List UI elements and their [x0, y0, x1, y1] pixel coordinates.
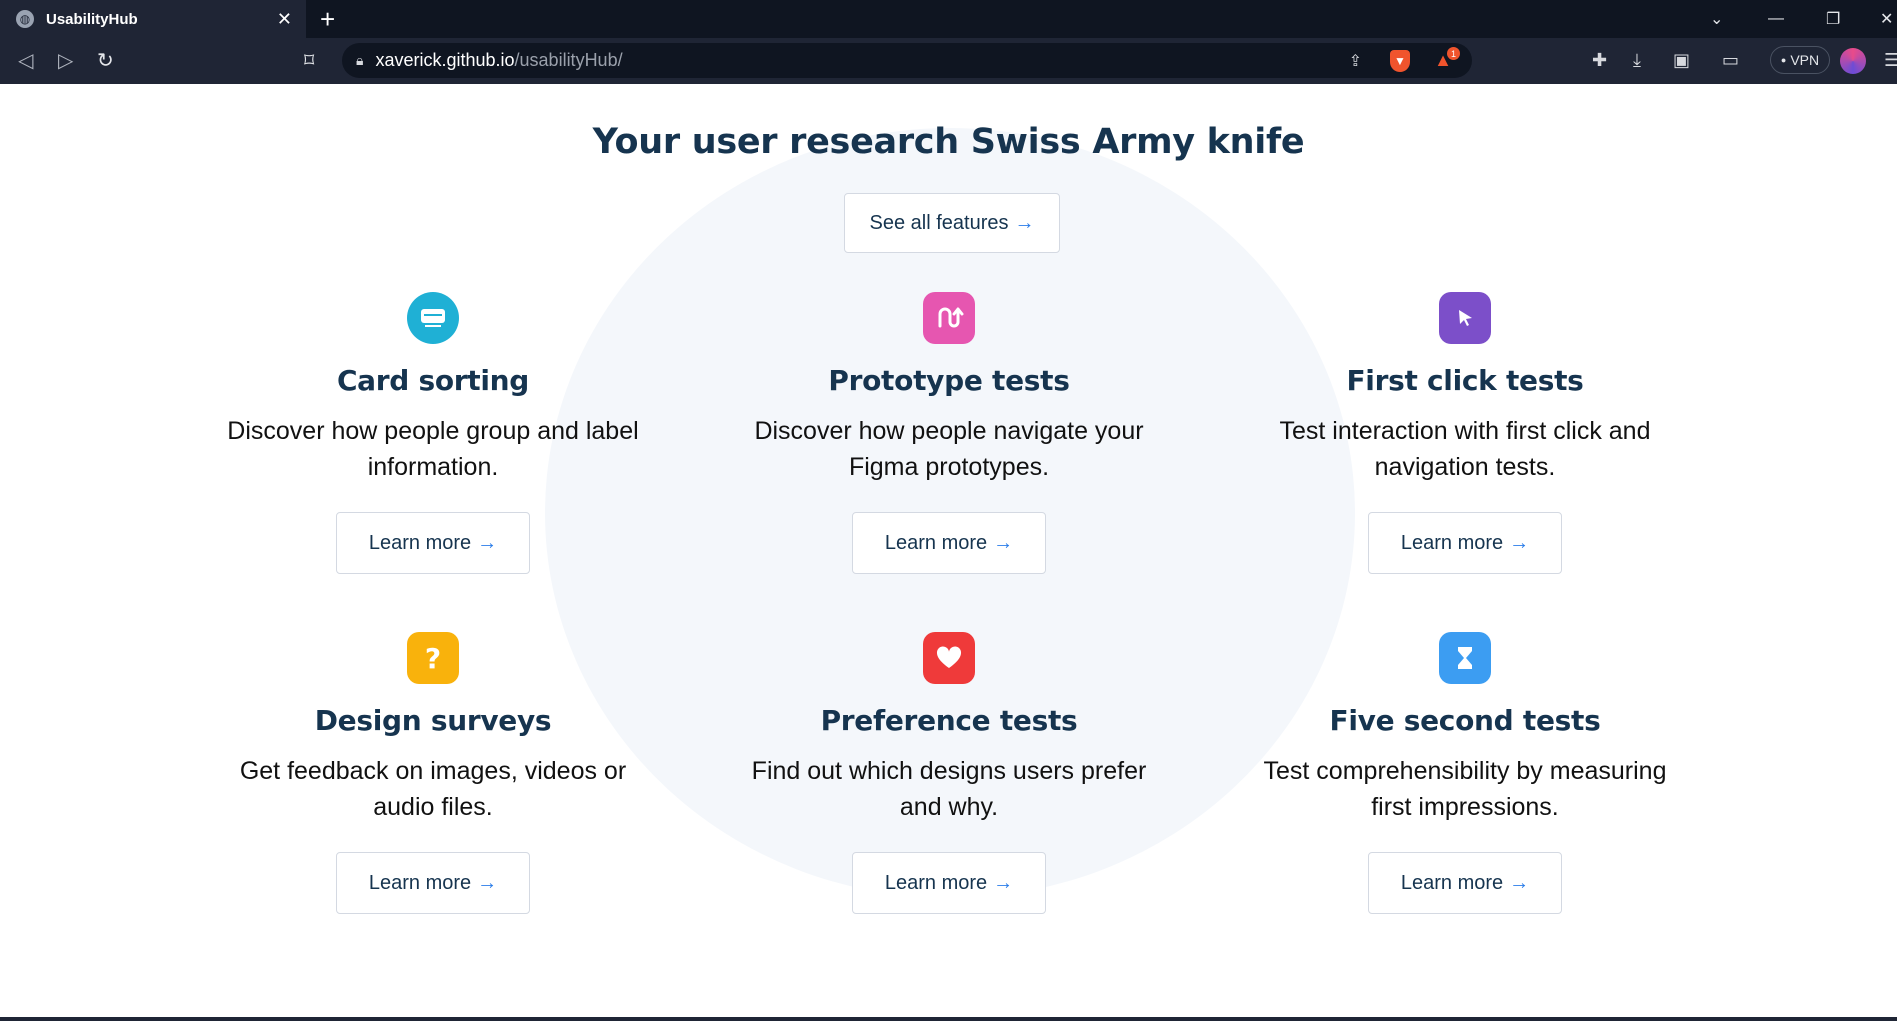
learn-more-label: Learn more — [368, 531, 472, 554]
arrow-right-icon: → — [1014, 211, 1035, 234]
arrow-right-icon: → — [477, 531, 498, 554]
feature-card-five-second-tests: Five second tests Test comprehensibility… — [1207, 632, 1723, 914]
rewards-badge: 1 — [1447, 47, 1460, 60]
tab-search-icon[interactable]: ⌄ — [1710, 0, 1723, 38]
feature-title: First click tests — [1346, 364, 1584, 397]
feature-title: Card sorting — [336, 364, 530, 397]
feature-card-design-surveys: ? Design surveys Get feedback on images,… — [175, 632, 691, 914]
sidebar-icon[interactable]: ▣ — [1673, 50, 1690, 71]
minimize-icon[interactable]: — — [1768, 0, 1784, 38]
arrow-right-icon: → — [993, 531, 1014, 554]
card-sort-icon — [407, 292, 459, 344]
feature-description: Find out which designs users prefer and … — [751, 757, 1147, 821]
learn-more-label: Learn more — [1400, 531, 1504, 554]
back-icon[interactable]: ◁ — [18, 48, 33, 73]
restore-icon[interactable]: ❐ — [1826, 0, 1840, 38]
heart-icon — [923, 632, 975, 684]
prototype-icon — [923, 292, 975, 344]
window-close-icon[interactable]: ✕ — [1880, 0, 1893, 38]
page-content: Your user research Swiss Army knife See … — [0, 84, 1897, 1021]
arrow-right-icon: → — [477, 871, 498, 894]
forward-icon[interactable]: ▷ — [58, 48, 73, 73]
wallet-icon[interactable]: ▭ — [1722, 50, 1739, 71]
new-tab-button[interactable]: + — [320, 4, 335, 34]
cursor-icon — [1439, 292, 1491, 344]
learn-more-button[interactable]: Learn more → — [1368, 852, 1562, 914]
question-icon: ? — [407, 632, 459, 684]
tab-title: UsabilityHub — [46, 10, 138, 28]
feature-description: Test interaction with first click and na… — [1279, 417, 1651, 481]
feature-card-prototype-tests: Prototype tests Discover how people navi… — [691, 292, 1207, 574]
page-title: Your user research Swiss Army knife — [592, 122, 1305, 162]
learn-more-button[interactable]: Learn more → — [1368, 512, 1562, 574]
learn-more-button[interactable]: Learn more → — [852, 512, 1046, 574]
browser-tab-strip: ◍ UsabilityHub ✕ + ⌄ — ❐ ✕ — [0, 0, 1897, 38]
feature-card-card-sorting: Card sorting Discover how people group a… — [175, 292, 691, 574]
profile-avatar[interactable] — [1840, 48, 1866, 74]
feature-description: Discover how people navigate your Figma … — [754, 417, 1144, 481]
hourglass-icon — [1439, 632, 1491, 684]
address-bar[interactable]: 🔒︎ xaverick.github.io/usabilityHub/ ⇪ ▼ … — [342, 43, 1472, 78]
learn-more-button[interactable]: Learn more → — [852, 852, 1046, 914]
arrow-right-icon: → — [1509, 871, 1530, 894]
feature-title: Five second tests — [1329, 704, 1601, 737]
vpn-button[interactable]: ● VPN — [1770, 46, 1830, 74]
feature-description: Test comprehensibility by measuring firs… — [1263, 757, 1667, 821]
browser-toolbar: ◁ ▷ ↻ ⌑ 🔒︎ xaverick.github.io/usabilityH… — [0, 38, 1897, 84]
vpn-label: VPN — [1790, 52, 1820, 68]
browser-tab[interactable]: ◍ UsabilityHub ✕ — [0, 0, 306, 38]
learn-more-label: Learn more — [368, 871, 472, 894]
feature-description: Get feedback on images, videos or audio … — [239, 757, 627, 821]
learn-more-label: Learn more — [884, 531, 988, 554]
learn-more-button[interactable]: Learn more → — [336, 852, 530, 914]
feature-description: Discover how people group and label info… — [227, 417, 639, 481]
feature-title: Prototype tests — [828, 364, 1070, 397]
lock-icon: 🔒︎ — [356, 52, 364, 68]
url-path: /usabilityHub/ — [514, 50, 623, 70]
bookmark-icon[interactable]: ⌑ — [304, 48, 314, 73]
reload-icon[interactable]: ↻ — [97, 48, 114, 73]
globe-icon: ◍ — [16, 10, 34, 28]
learn-more-label: Learn more — [1400, 871, 1504, 894]
see-all-features-button[interactable]: See all features → — [844, 193, 1060, 253]
see-all-label: See all features — [869, 211, 1009, 234]
downloads-icon[interactable]: ⤓ — [1633, 50, 1641, 71]
arrow-right-icon: → — [993, 871, 1014, 894]
learn-more-button[interactable]: Learn more → — [336, 512, 530, 574]
share-icon[interactable]: ⇪ — [1349, 51, 1362, 71]
extensions-icon[interactable]: ✚ — [1592, 50, 1607, 71]
close-tab-icon[interactable]: ✕ — [277, 9, 292, 30]
feature-card-preference-tests: Preference tests Find out which designs … — [691, 632, 1207, 914]
feature-title: Design surveys — [314, 704, 552, 737]
arrow-right-icon: → — [1509, 531, 1530, 554]
learn-more-label: Learn more — [884, 871, 988, 894]
feature-card-first-click-tests: First click tests Test interaction with … — [1207, 292, 1723, 574]
menu-icon[interactable]: ☰ — [1884, 50, 1897, 71]
bottom-border — [0, 1017, 1897, 1021]
url-host: xaverick.github.io — [375, 50, 515, 70]
feature-title: Preference tests — [820, 704, 1078, 737]
brave-shields-icon[interactable]: ▼ — [1390, 49, 1410, 72]
